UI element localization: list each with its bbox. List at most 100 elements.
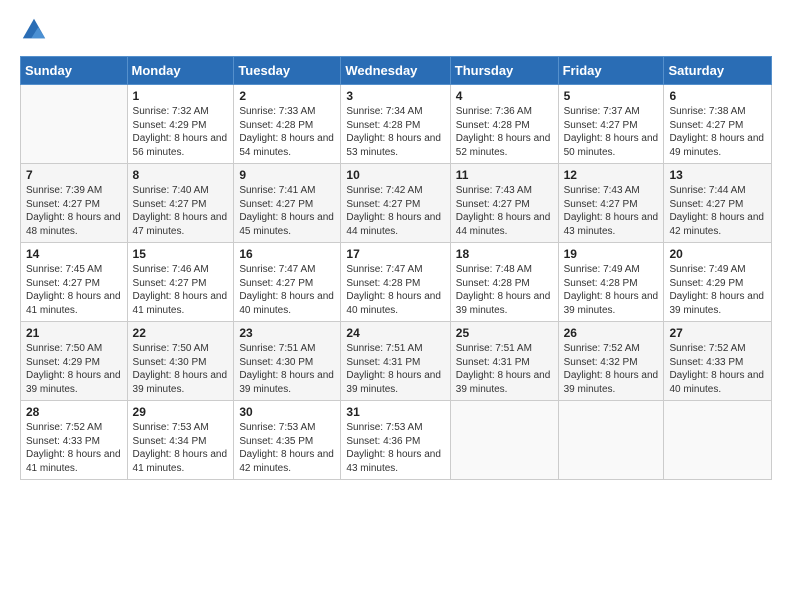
calendar-week-3: 14 Sunrise: 7:45 AMSunset: 4:27 PMDaylig… xyxy=(21,243,772,322)
day-number: 18 xyxy=(456,247,553,261)
calendar-cell: 24 Sunrise: 7:51 AMSunset: 4:31 PMDaylig… xyxy=(341,322,450,401)
day-number: 12 xyxy=(564,168,659,182)
day-number: 25 xyxy=(456,326,553,340)
day-number: 20 xyxy=(669,247,766,261)
weekday-header-thursday: Thursday xyxy=(450,57,558,85)
day-number: 31 xyxy=(346,405,444,419)
cell-text: Sunrise: 7:43 AMSunset: 4:27 PMDaylight:… xyxy=(456,185,551,237)
calendar-table: SundayMondayTuesdayWednesdayThursdayFrid… xyxy=(20,56,772,480)
day-number: 11 xyxy=(456,168,553,182)
calendar-cell: 19 Sunrise: 7:49 AMSunset: 4:28 PMDaylig… xyxy=(558,243,664,322)
calendar-week-5: 28 Sunrise: 7:52 AMSunset: 4:33 PMDaylig… xyxy=(21,401,772,480)
calendar-week-2: 7 Sunrise: 7:39 AMSunset: 4:27 PMDayligh… xyxy=(21,164,772,243)
day-number: 23 xyxy=(239,326,335,340)
cell-text: Sunrise: 7:47 AMSunset: 4:27 PMDaylight:… xyxy=(239,264,334,316)
calendar-cell xyxy=(450,401,558,480)
calendar-cell: 12 Sunrise: 7:43 AMSunset: 4:27 PMDaylig… xyxy=(558,164,664,243)
day-number: 3 xyxy=(346,89,444,103)
weekday-header-monday: Monday xyxy=(127,57,234,85)
cell-text: Sunrise: 7:44 AMSunset: 4:27 PMDaylight:… xyxy=(669,185,764,237)
calendar-cell: 5 Sunrise: 7:37 AMSunset: 4:27 PMDayligh… xyxy=(558,85,664,164)
calendar-cell xyxy=(664,401,772,480)
cell-text: Sunrise: 7:52 AMSunset: 4:32 PMDaylight:… xyxy=(564,343,659,395)
day-number: 6 xyxy=(669,89,766,103)
day-number: 19 xyxy=(564,247,659,261)
calendar-cell: 23 Sunrise: 7:51 AMSunset: 4:30 PMDaylig… xyxy=(234,322,341,401)
cell-text: Sunrise: 7:37 AMSunset: 4:27 PMDaylight:… xyxy=(564,106,659,158)
cell-text: Sunrise: 7:51 AMSunset: 4:31 PMDaylight:… xyxy=(456,343,551,395)
day-number: 24 xyxy=(346,326,444,340)
day-number: 22 xyxy=(133,326,229,340)
cell-text: Sunrise: 7:50 AMSunset: 4:29 PMDaylight:… xyxy=(26,343,121,395)
calendar-cell: 4 Sunrise: 7:36 AMSunset: 4:28 PMDayligh… xyxy=(450,85,558,164)
day-number: 26 xyxy=(564,326,659,340)
page-container: SundayMondayTuesdayWednesdayThursdayFrid… xyxy=(0,0,792,490)
calendar-cell: 1 Sunrise: 7:32 AMSunset: 4:29 PMDayligh… xyxy=(127,85,234,164)
calendar-cell: 18 Sunrise: 7:48 AMSunset: 4:28 PMDaylig… xyxy=(450,243,558,322)
day-number: 16 xyxy=(239,247,335,261)
cell-text: Sunrise: 7:48 AMSunset: 4:28 PMDaylight:… xyxy=(456,264,551,316)
calendar-cell: 7 Sunrise: 7:39 AMSunset: 4:27 PMDayligh… xyxy=(21,164,128,243)
day-number: 13 xyxy=(669,168,766,182)
weekday-header-tuesday: Tuesday xyxy=(234,57,341,85)
cell-text: Sunrise: 7:38 AMSunset: 4:27 PMDaylight:… xyxy=(669,106,764,158)
day-number: 2 xyxy=(239,89,335,103)
calendar-cell: 26 Sunrise: 7:52 AMSunset: 4:32 PMDaylig… xyxy=(558,322,664,401)
calendar-cell: 27 Sunrise: 7:52 AMSunset: 4:33 PMDaylig… xyxy=(664,322,772,401)
calendar-cell: 2 Sunrise: 7:33 AMSunset: 4:28 PMDayligh… xyxy=(234,85,341,164)
calendar-cell: 29 Sunrise: 7:53 AMSunset: 4:34 PMDaylig… xyxy=(127,401,234,480)
calendar-cell: 22 Sunrise: 7:50 AMSunset: 4:30 PMDaylig… xyxy=(127,322,234,401)
calendar-cell xyxy=(21,85,128,164)
cell-text: Sunrise: 7:43 AMSunset: 4:27 PMDaylight:… xyxy=(564,185,659,237)
cell-text: Sunrise: 7:41 AMSunset: 4:27 PMDaylight:… xyxy=(239,185,334,237)
cell-text: Sunrise: 7:53 AMSunset: 4:35 PMDaylight:… xyxy=(239,422,334,474)
calendar-cell: 17 Sunrise: 7:47 AMSunset: 4:28 PMDaylig… xyxy=(341,243,450,322)
day-number: 9 xyxy=(239,168,335,182)
day-number: 28 xyxy=(26,405,122,419)
cell-text: Sunrise: 7:50 AMSunset: 4:30 PMDaylight:… xyxy=(133,343,228,395)
calendar-week-1: 1 Sunrise: 7:32 AMSunset: 4:29 PMDayligh… xyxy=(21,85,772,164)
cell-text: Sunrise: 7:33 AMSunset: 4:28 PMDaylight:… xyxy=(239,106,334,158)
weekday-header-sunday: Sunday xyxy=(21,57,128,85)
cell-text: Sunrise: 7:53 AMSunset: 4:34 PMDaylight:… xyxy=(133,422,228,474)
weekday-header-saturday: Saturday xyxy=(664,57,772,85)
calendar-cell: 6 Sunrise: 7:38 AMSunset: 4:27 PMDayligh… xyxy=(664,85,772,164)
cell-text: Sunrise: 7:34 AMSunset: 4:28 PMDaylight:… xyxy=(346,106,441,158)
cell-text: Sunrise: 7:39 AMSunset: 4:27 PMDaylight:… xyxy=(26,185,121,237)
calendar-cell: 11 Sunrise: 7:43 AMSunset: 4:27 PMDaylig… xyxy=(450,164,558,243)
day-number: 15 xyxy=(133,247,229,261)
calendar-cell: 21 Sunrise: 7:50 AMSunset: 4:29 PMDaylig… xyxy=(21,322,128,401)
cell-text: Sunrise: 7:40 AMSunset: 4:27 PMDaylight:… xyxy=(133,185,228,237)
cell-text: Sunrise: 7:32 AMSunset: 4:29 PMDaylight:… xyxy=(133,106,228,158)
cell-text: Sunrise: 7:36 AMSunset: 4:28 PMDaylight:… xyxy=(456,106,551,158)
calendar-cell: 10 Sunrise: 7:42 AMSunset: 4:27 PMDaylig… xyxy=(341,164,450,243)
calendar-cell: 14 Sunrise: 7:45 AMSunset: 4:27 PMDaylig… xyxy=(21,243,128,322)
day-number: 7 xyxy=(26,168,122,182)
cell-text: Sunrise: 7:49 AMSunset: 4:29 PMDaylight:… xyxy=(669,264,764,316)
day-number: 29 xyxy=(133,405,229,419)
day-number: 30 xyxy=(239,405,335,419)
day-number: 27 xyxy=(669,326,766,340)
calendar-cell: 20 Sunrise: 7:49 AMSunset: 4:29 PMDaylig… xyxy=(664,243,772,322)
cell-text: Sunrise: 7:42 AMSunset: 4:27 PMDaylight:… xyxy=(346,185,441,237)
cell-text: Sunrise: 7:47 AMSunset: 4:28 PMDaylight:… xyxy=(346,264,441,316)
calendar-cell: 31 Sunrise: 7:53 AMSunset: 4:36 PMDaylig… xyxy=(341,401,450,480)
cell-text: Sunrise: 7:51 AMSunset: 4:31 PMDaylight:… xyxy=(346,343,441,395)
cell-text: Sunrise: 7:46 AMSunset: 4:27 PMDaylight:… xyxy=(133,264,228,316)
calendar-cell: 15 Sunrise: 7:46 AMSunset: 4:27 PMDaylig… xyxy=(127,243,234,322)
calendar-cell: 8 Sunrise: 7:40 AMSunset: 4:27 PMDayligh… xyxy=(127,164,234,243)
day-number: 4 xyxy=(456,89,553,103)
cell-text: Sunrise: 7:52 AMSunset: 4:33 PMDaylight:… xyxy=(669,343,764,395)
day-number: 21 xyxy=(26,326,122,340)
logo-icon xyxy=(20,16,48,44)
calendar-cell: 28 Sunrise: 7:52 AMSunset: 4:33 PMDaylig… xyxy=(21,401,128,480)
weekday-header-wednesday: Wednesday xyxy=(341,57,450,85)
weekday-header-row: SundayMondayTuesdayWednesdayThursdayFrid… xyxy=(21,57,772,85)
calendar-cell: 16 Sunrise: 7:47 AMSunset: 4:27 PMDaylig… xyxy=(234,243,341,322)
cell-text: Sunrise: 7:52 AMSunset: 4:33 PMDaylight:… xyxy=(26,422,121,474)
weekday-header-friday: Friday xyxy=(558,57,664,85)
day-number: 8 xyxy=(133,168,229,182)
day-number: 5 xyxy=(564,89,659,103)
logo xyxy=(20,16,52,44)
calendar-cell: 13 Sunrise: 7:44 AMSunset: 4:27 PMDaylig… xyxy=(664,164,772,243)
